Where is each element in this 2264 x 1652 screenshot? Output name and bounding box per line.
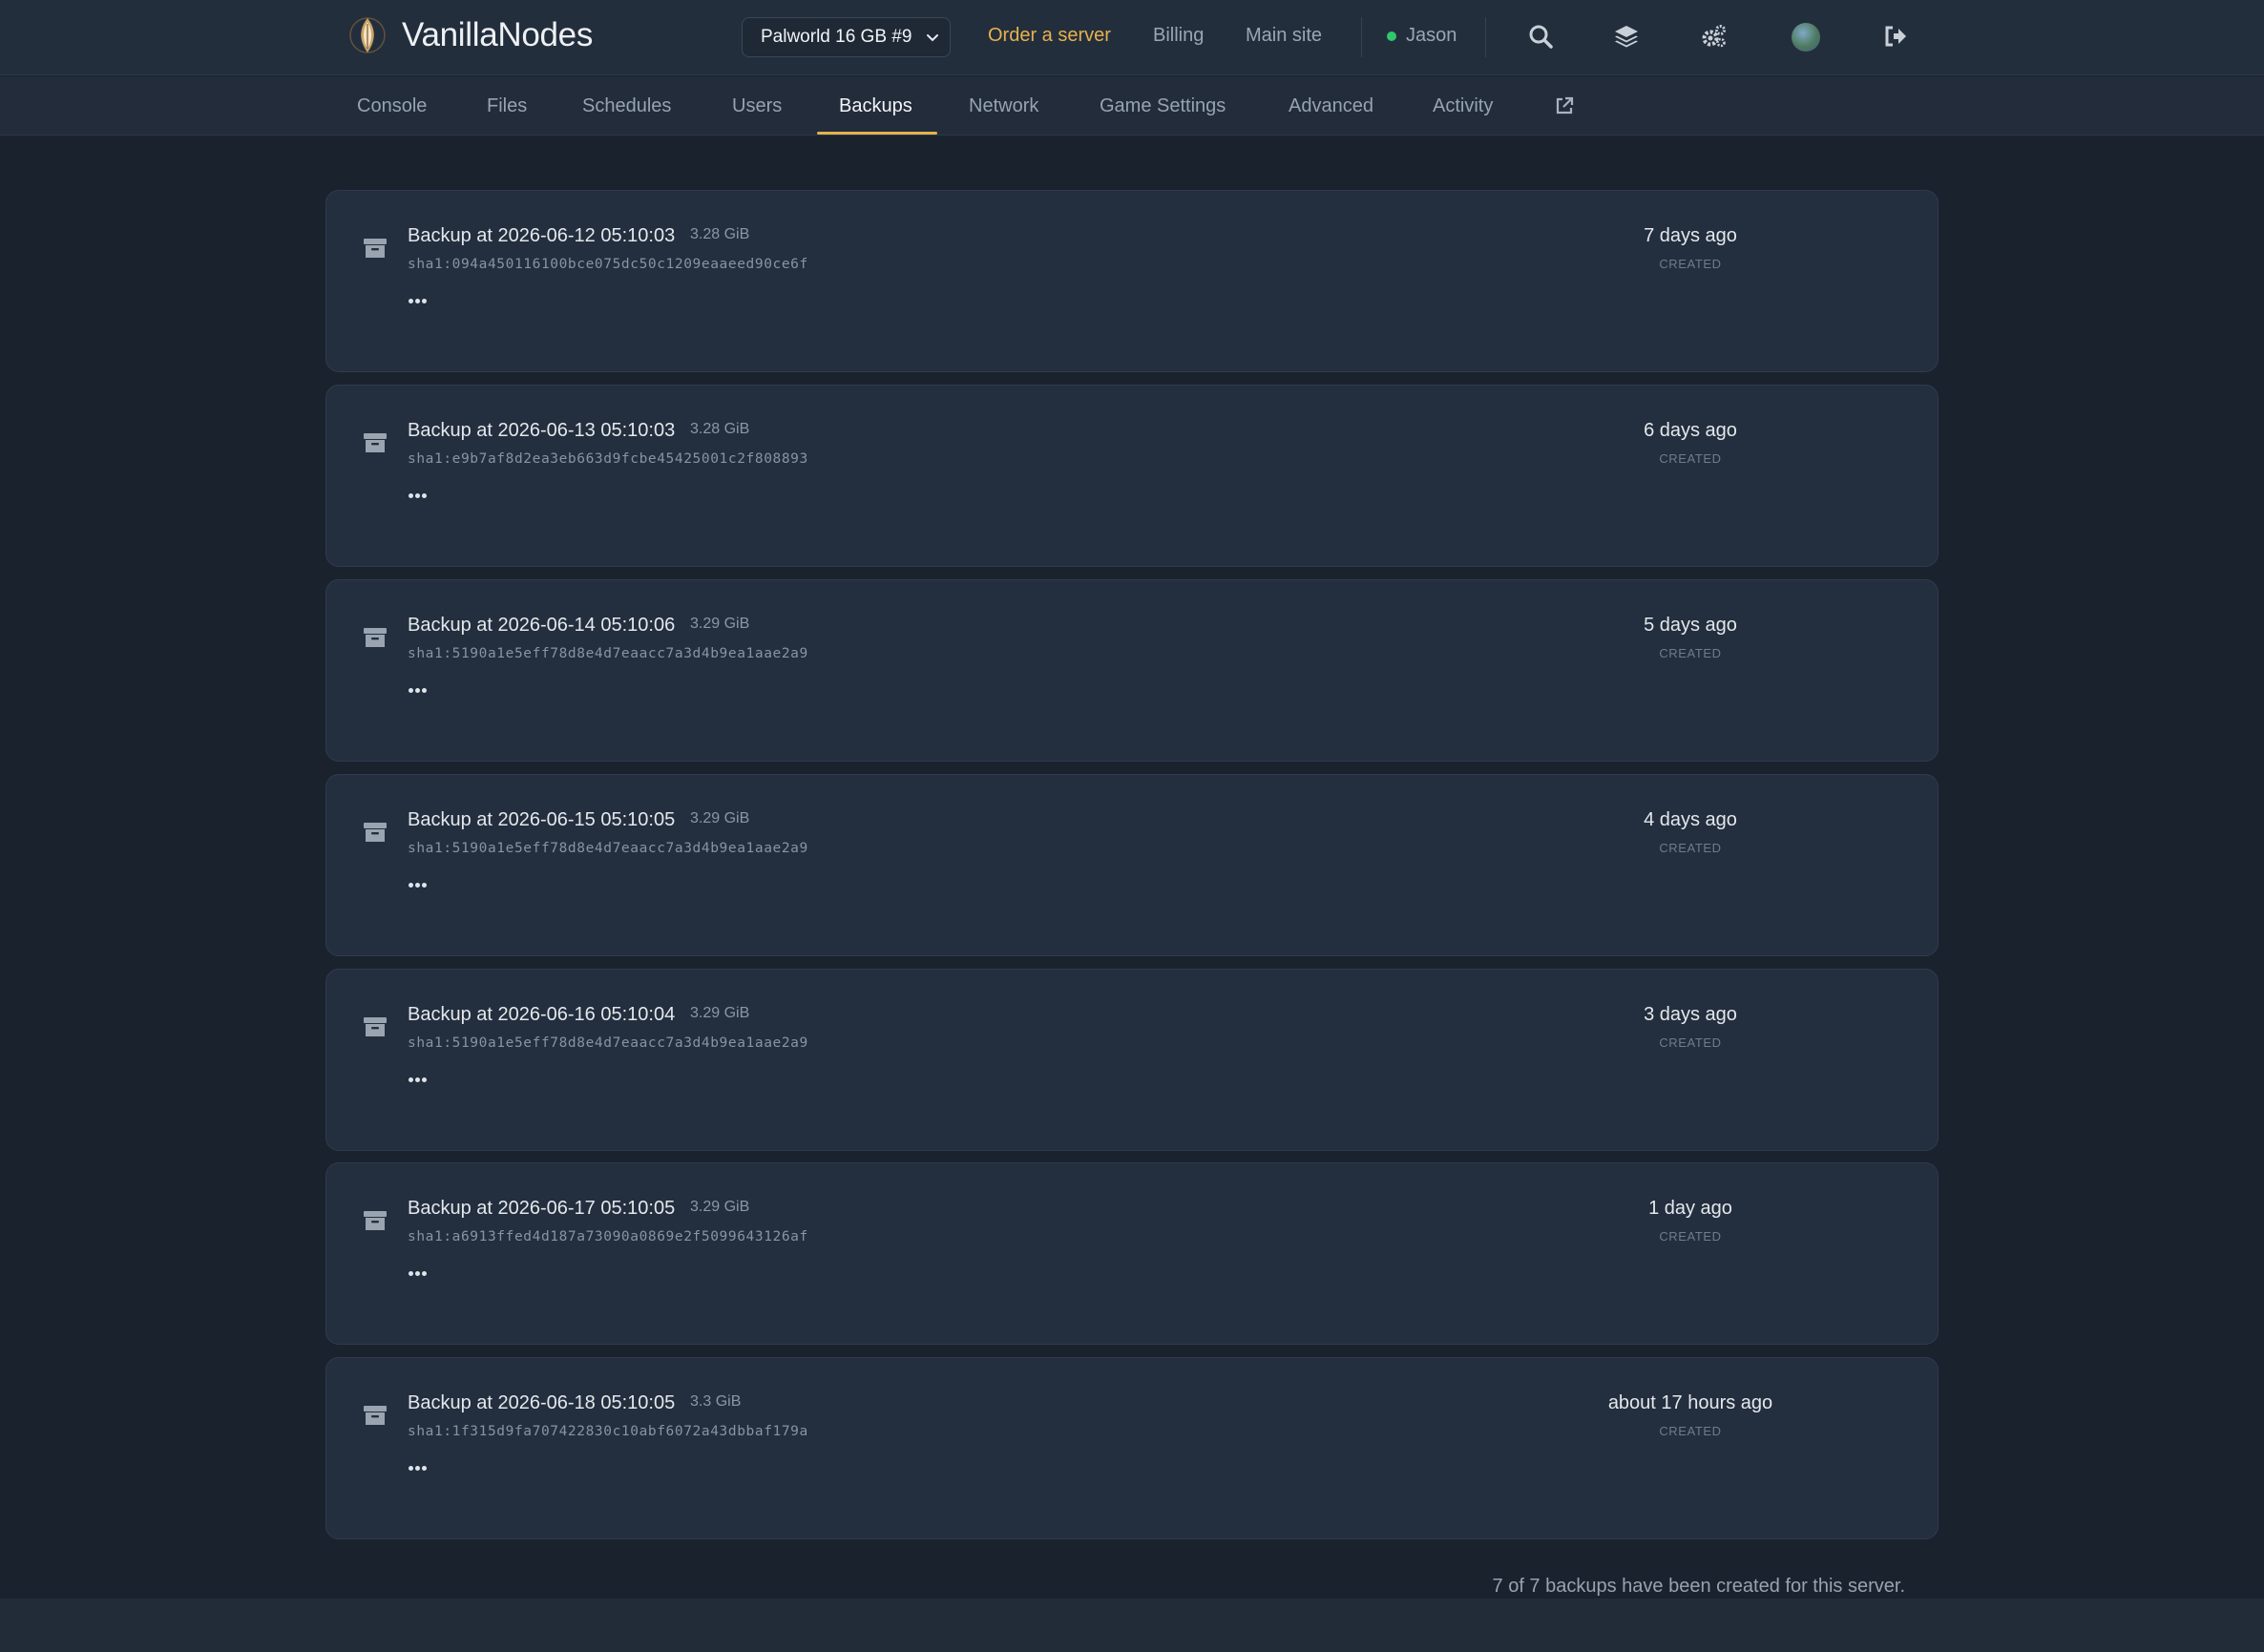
backup-age: 1 day ago: [1648, 1198, 1732, 1219]
order-server-link[interactable]: Order a server: [988, 25, 1111, 47]
archive-icon: [364, 239, 387, 258]
tab-console[interactable]: Console: [357, 95, 427, 117]
search-icon[interactable]: [1527, 23, 1554, 50]
more-icon[interactable]: [406, 1458, 430, 1477]
created-label: CREATED: [1659, 1035, 1722, 1050]
vanilla-bean-logo: [349, 17, 386, 53]
backup-size: 3.28 GiB: [690, 226, 750, 242]
backup-name: Backup at 2026-06-17 05:10:05: [408, 1198, 676, 1219]
archive-icon: [364, 628, 387, 647]
archive-icon: [364, 1211, 387, 1230]
tab-advanced[interactable]: Advanced: [1289, 95, 1373, 117]
user-status[interactable]: Jason: [1387, 25, 1457, 47]
backup-size: 3.3 GiB: [690, 1393, 742, 1410]
avatar[interactable]: [1792, 23, 1820, 52]
external-link-icon[interactable]: [1554, 95, 1575, 116]
brand[interactable]: VanillaNodes: [348, 13, 593, 57]
created-label: CREATED: [1659, 1424, 1722, 1438]
backup-size: 3.29 GiB: [690, 616, 750, 632]
backup-checksum: sha1:094a450116100bce075dc50c1209eaaeed9…: [408, 257, 808, 272]
backup-name: Backup at 2026-06-14 05:10:06: [408, 615, 676, 636]
tab-schedules[interactable]: Schedules: [582, 95, 671, 117]
backup-size: 3.28 GiB: [690, 421, 750, 437]
more-icon[interactable]: [406, 291, 430, 310]
tab-users[interactable]: Users: [732, 95, 782, 117]
backup-card[interactable]: Backup at 2026-06-17 05:10:05 3.29 GiB s…: [325, 1162, 1939, 1345]
backup-checksum: sha1:5190a1e5eff78d8e4d7eaacc7a3d4b9ea1a…: [408, 646, 808, 661]
backup-checksum: sha1:5190a1e5eff78d8e4d7eaacc7a3d4b9ea1a…: [408, 841, 808, 856]
backup-card[interactable]: Backup at 2026-06-18 05:10:05 3.3 GiB sh…: [325, 1357, 1939, 1539]
backup-count-text: 7 of 7 backups have been created for thi…: [1492, 1576, 1905, 1597]
page-footer: [0, 1599, 2264, 1652]
created-label: CREATED: [1659, 1229, 1722, 1244]
created-label: CREATED: [1659, 257, 1722, 271]
more-icon[interactable]: [406, 680, 430, 700]
backup-card[interactable]: Backup at 2026-06-15 05:10:05 3.29 GiB s…: [325, 774, 1939, 956]
backup-card[interactable]: Backup at 2026-06-16 05:10:04 3.29 GiB s…: [325, 969, 1939, 1151]
backup-checksum: sha1:a6913ffed4d187a73090a0869e2f5099643…: [408, 1229, 808, 1244]
backup-checksum: sha1:5190a1e5eff78d8e4d7eaacc7a3d4b9ea1a…: [408, 1035, 808, 1051]
backup-age: 3 days ago: [1644, 1004, 1737, 1025]
layers-icon[interactable]: [1613, 23, 1640, 50]
cogs-icon[interactable]: [1701, 23, 1728, 50]
active-tab-indicator: [817, 132, 937, 135]
top-bar: VanillaNodes Palworld 16 GB #9 Order a s…: [0, 0, 2264, 75]
divider: [1361, 17, 1362, 57]
backup-card[interactable]: Backup at 2026-06-12 05:10:03 3.28 GiB s…: [325, 190, 1939, 372]
backup-age: about 17 hours ago: [1607, 1392, 1773, 1413]
brand-name: VanillaNodes: [402, 16, 594, 53]
backup-name: Backup at 2026-06-15 05:10:05: [408, 809, 676, 830]
backup-name: Backup at 2026-06-12 05:10:03: [408, 225, 676, 246]
tab-files[interactable]: Files: [487, 95, 527, 117]
created-label: CREATED: [1659, 841, 1722, 855]
backup-size: 3.29 GiB: [690, 1005, 750, 1021]
archive-icon: [364, 1017, 387, 1036]
backup-name: Backup at 2026-06-13 05:10:03: [408, 420, 676, 441]
backup-age: 7 days ago: [1644, 225, 1737, 246]
tab-activity[interactable]: Activity: [1433, 95, 1493, 117]
tab-game-settings[interactable]: Game Settings: [1100, 95, 1226, 117]
backup-card[interactable]: Backup at 2026-06-14 05:10:06 3.29 GiB s…: [325, 579, 1939, 762]
created-label: CREATED: [1659, 646, 1722, 660]
chevron-down-icon: [927, 34, 938, 42]
sign-out-icon[interactable]: [1882, 23, 1909, 50]
backup-size: 3.29 GiB: [690, 810, 750, 826]
divider: [1485, 17, 1486, 57]
main-site-link[interactable]: Main site: [1246, 25, 1322, 47]
tab-network[interactable]: Network: [969, 95, 1038, 117]
created-label: CREATED: [1659, 451, 1722, 466]
backup-age: 4 days ago: [1644, 809, 1737, 830]
archive-icon: [364, 1406, 387, 1425]
backup-card[interactable]: Backup at 2026-06-13 05:10:03 3.28 GiB s…: [325, 385, 1939, 567]
server-select-label: Palworld 16 GB #9: [761, 27, 912, 47]
status-dot: [1387, 31, 1396, 41]
user-name: Jason: [1406, 25, 1457, 46]
more-icon[interactable]: [406, 486, 430, 505]
backup-size: 3.29 GiB: [690, 1199, 750, 1215]
more-icon[interactable]: [406, 875, 430, 894]
backup-age: 5 days ago: [1644, 615, 1737, 636]
more-icon[interactable]: [406, 1070, 430, 1089]
archive-icon: [364, 823, 387, 842]
backup-checksum: sha1:e9b7af8d2ea3eb663d9fcbe45425001c2f8…: [408, 451, 808, 467]
server-select[interactable]: Palworld 16 GB #9: [742, 17, 951, 57]
backup-checksum: sha1:1f315d9fa707422830c10abf6072a43dbba…: [408, 1424, 808, 1439]
tab-backups[interactable]: Backups: [839, 95, 912, 117]
billing-link[interactable]: Billing: [1153, 25, 1204, 47]
backup-name: Backup at 2026-06-18 05:10:05: [408, 1392, 676, 1413]
archive-icon: [364, 433, 387, 452]
backup-age: 6 days ago: [1644, 420, 1737, 441]
server-tabs: Console Files Schedules Users Backups Ne…: [0, 76, 2264, 136]
more-icon[interactable]: [406, 1264, 430, 1283]
backup-name: Backup at 2026-06-16 05:10:04: [408, 1004, 676, 1025]
